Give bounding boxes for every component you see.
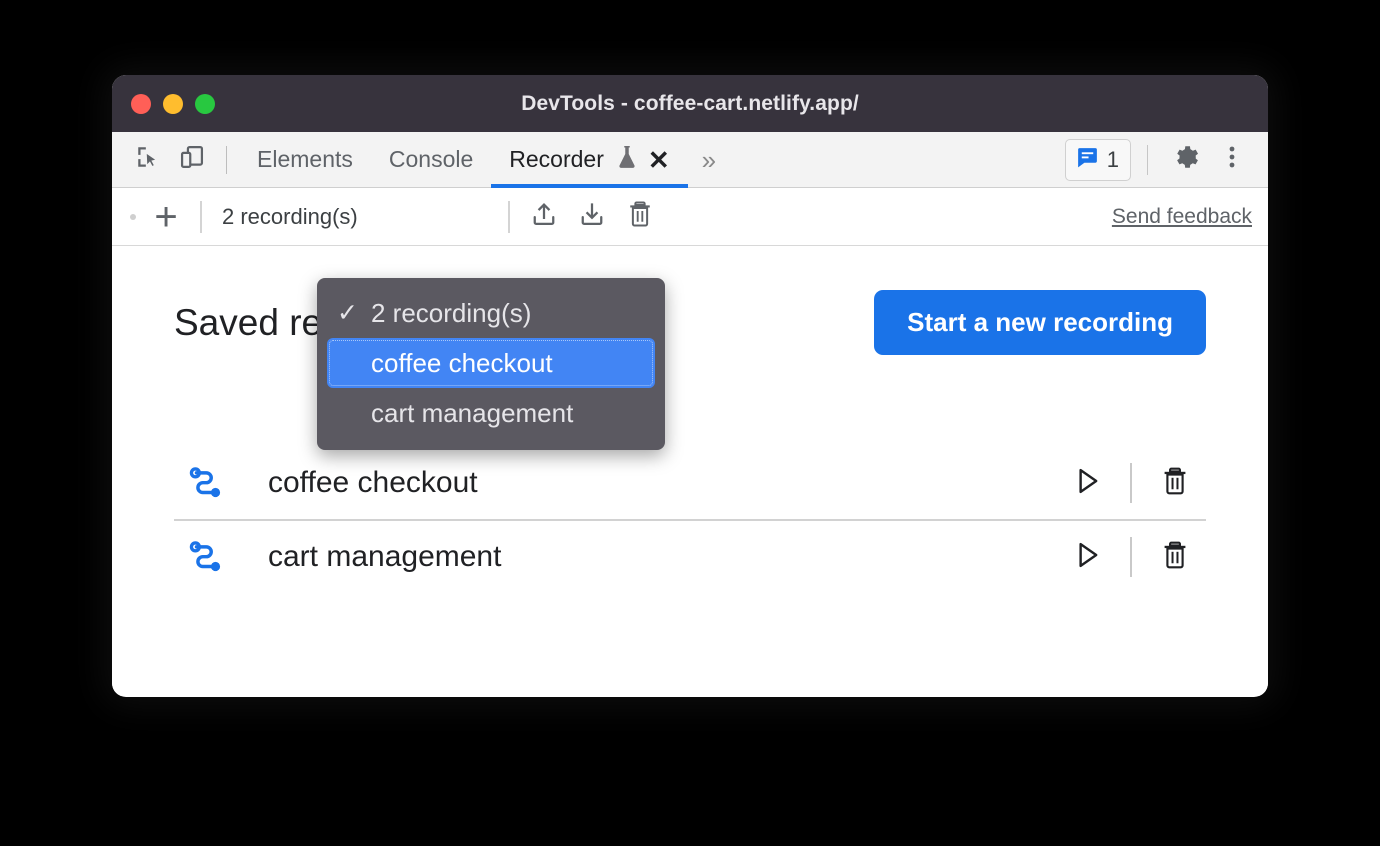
- import-recording-button[interactable]: [568, 195, 616, 239]
- list-item[interactable]: cart management: [174, 519, 1206, 593]
- tab-console[interactable]: Console: [371, 132, 491, 187]
- tab-elements-label: Elements: [257, 146, 353, 172]
- replay-recording-button[interactable]: [1058, 528, 1116, 586]
- recordings-select-value: 2 recording(s): [222, 203, 358, 229]
- device-toolbar-icon: [178, 143, 206, 176]
- devtools-tabbar: Elements Console Recorder ✕ » 1: [112, 132, 1268, 188]
- dropdown-item-coffee-checkout[interactable]: coffee checkout: [327, 338, 655, 388]
- play-icon: [1070, 464, 1104, 503]
- list-item[interactable]: coffee checkout: [174, 447, 1206, 519]
- close-recorder-tab-button[interactable]: ✕: [648, 147, 670, 173]
- replay-recording-button[interactable]: [1058, 454, 1116, 512]
- traffic-light-group: [131, 75, 215, 132]
- trash-icon: [1159, 465, 1191, 502]
- maximize-window-button[interactable]: [195, 93, 215, 114]
- trash-icon: [625, 199, 655, 234]
- device-toolbar-button[interactable]: [170, 138, 214, 182]
- tab-elements[interactable]: Elements: [239, 132, 371, 187]
- close-window-button[interactable]: [131, 93, 151, 114]
- toolbar-bullet-icon: [130, 213, 136, 220]
- dropdown-item-label: coffee checkout: [371, 347, 553, 378]
- dropdown-item-label: cart management: [371, 397, 574, 428]
- row-action-divider: [1130, 537, 1132, 577]
- check-icon: ✓: [337, 299, 358, 327]
- delete-row-button[interactable]: [1146, 528, 1204, 586]
- send-feedback-link[interactable]: Send feedback: [1112, 205, 1252, 229]
- toolbar-divider-2: [508, 200, 510, 233]
- issues-message-icon: [1075, 145, 1100, 175]
- saved-recordings-list: coffee checkout cart management: [174, 447, 1206, 593]
- inspect-element-button[interactable]: [126, 138, 170, 182]
- tabbar-divider: [226, 145, 227, 174]
- issues-count-label: 1: [1106, 146, 1119, 172]
- export-icon: [529, 199, 559, 234]
- export-recording-button[interactable]: [520, 195, 568, 239]
- window-titlebar: DevTools - coffee-cart.netlify.app/: [112, 75, 1268, 132]
- recordings-dropdown-menu[interactable]: ✓ 2 recording(s) coffee checkout cart ma…: [317, 278, 665, 450]
- row-action-divider: [1130, 463, 1132, 503]
- issues-counter-button[interactable]: 1: [1064, 138, 1131, 181]
- delete-recording-button[interactable]: [616, 195, 664, 239]
- trash-icon: [1159, 539, 1191, 576]
- devtools-window: DevTools - coffee-cart.netlify.app/ Elem…: [112, 75, 1268, 697]
- more-tabs-button[interactable]: »: [688, 147, 730, 173]
- import-icon: [577, 199, 607, 234]
- recorder-toolbar: + 2 recording(s) Send feedback: [112, 188, 1268, 246]
- gear-icon: [1172, 143, 1200, 176]
- window-title: DevTools - coffee-cart.netlify.app/: [521, 91, 859, 115]
- play-icon: [1070, 538, 1104, 577]
- add-recording-button[interactable]: +: [142, 195, 190, 239]
- toolbar-divider-1: [200, 200, 202, 233]
- tabbar-right-divider: [1147, 144, 1148, 175]
- settings-button[interactable]: [1164, 138, 1208, 182]
- dropdown-item-label: 2 recording(s): [371, 297, 532, 328]
- more-options-button[interactable]: [1210, 138, 1254, 182]
- experimental-flask-icon: [616, 144, 638, 176]
- tab-recorder[interactable]: Recorder ✕: [491, 132, 689, 188]
- three-dot-menu-icon: [1221, 144, 1243, 175]
- recording-name: coffee checkout: [268, 466, 478, 499]
- recordings-select[interactable]: 2 recording(s): [212, 197, 498, 237]
- dropdown-item-cart-management[interactable]: cart management: [327, 388, 655, 438]
- delete-row-button[interactable]: [1146, 454, 1204, 512]
- tab-recorder-label: Recorder: [509, 146, 604, 172]
- tab-console-label: Console: [388, 146, 474, 172]
- recording-name: cart management: [268, 540, 502, 573]
- start-new-recording-button[interactable]: Start a new recording: [874, 290, 1206, 355]
- plus-icon: +: [154, 194, 178, 239]
- recorder-main-panel: Saved recordings Start a new recording c…: [112, 246, 1268, 696]
- inspect-element-icon: [135, 144, 161, 175]
- dropdown-item-count[interactable]: ✓ 2 recording(s): [327, 288, 655, 338]
- minimize-window-button[interactable]: [163, 93, 183, 114]
- recording-flow-icon: [184, 538, 228, 576]
- recording-flow-icon: [184, 464, 228, 502]
